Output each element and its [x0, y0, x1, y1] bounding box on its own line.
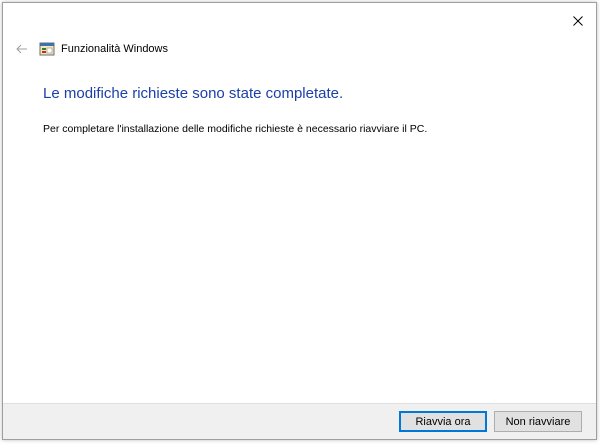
- status-heading: Le modifiche richieste sono state comple…: [43, 85, 344, 102]
- dont-restart-button[interactable]: Non riavviare: [494, 411, 582, 432]
- back-button[interactable]: [13, 40, 31, 58]
- restart-now-button[interactable]: Riavvia ora: [399, 411, 487, 432]
- close-button[interactable]: [566, 11, 590, 31]
- dialog-window: Funzionalità Windows Le modifiche richie…: [2, 2, 597, 440]
- window-title: Funzionalità Windows: [61, 43, 168, 55]
- windows-features-icon: [39, 41, 55, 57]
- back-arrow-icon: [16, 44, 27, 54]
- dialog-header: Funzionalità Windows: [13, 39, 168, 59]
- restart-message: Per completare l'installazione delle mod…: [43, 123, 428, 135]
- close-icon: [573, 16, 583, 26]
- dialog-footer: Riavvia ora Non riavviare: [3, 403, 596, 439]
